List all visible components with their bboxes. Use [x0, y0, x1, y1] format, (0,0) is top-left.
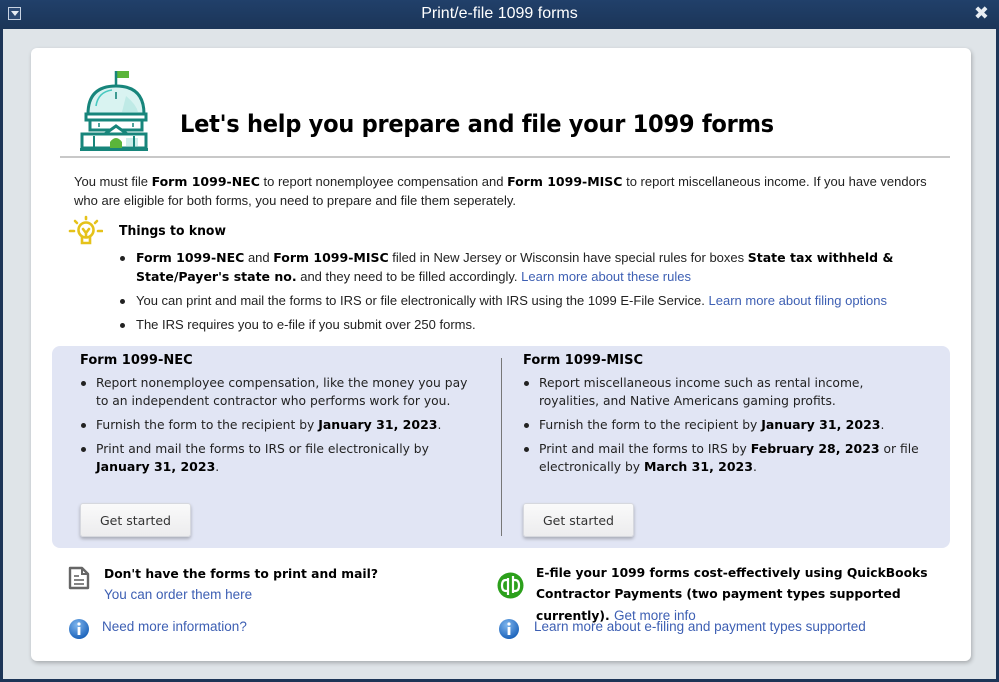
intro-text: You must file Form 1099-NEC to report no… — [74, 172, 934, 210]
bold-text: Form 1099-MISC — [273, 250, 389, 265]
text: The IRS requires you to e-file if you su… — [136, 317, 476, 332]
text: Furnish the form to the recipient by — [539, 418, 762, 432]
text: . — [215, 460, 220, 474]
list-item: Print and mail the forms to IRS or file … — [80, 440, 480, 476]
text: and they need to be filled accordingly. — [296, 269, 522, 284]
text: . — [437, 418, 442, 432]
text: . — [752, 460, 757, 474]
list-item: The IRS requires you to e-file if you su… — [118, 315, 938, 334]
things-to-know-title: Things to know — [119, 223, 226, 239]
header-divider — [60, 156, 950, 158]
list-item: You can print and mail the forms to IRS … — [118, 291, 938, 310]
text: You can print and mail the forms to IRS … — [136, 293, 709, 308]
list-item: Furnish the form to the recipient by Jan… — [523, 416, 923, 434]
efile-promo-copy: E-file your 1099 forms cost-effectively … — [536, 566, 928, 623]
efile-promo-text: E-file your 1099 forms cost-effectively … — [536, 563, 946, 627]
capitol-building-icon — [80, 71, 148, 151]
learn-more-rules-link[interactable]: Learn more about these rules — [521, 269, 691, 284]
intro-bold-misc: Form 1099-MISC — [507, 174, 623, 189]
list-item: Report nonemployee compensation, like th… — [80, 374, 480, 410]
text: Print and mail the forms to IRS by — [539, 442, 751, 456]
misc-get-started-button[interactable]: Get started — [523, 503, 634, 537]
column-divider — [501, 358, 502, 536]
deadline-date: January 31, 2023 — [761, 417, 881, 432]
deadline-date: February 28, 2023 — [750, 441, 880, 456]
text: . — [880, 418, 885, 432]
list-item: Furnish the form to the recipient by Jan… — [80, 416, 480, 434]
info-icon — [499, 619, 519, 639]
bold-text: Form 1099-NEC — [136, 250, 245, 265]
things-to-know-list: Form 1099-NEC and Form 1099-MISC filed i… — [118, 248, 938, 339]
text: filed in New Jersey or Wisconsin have sp… — [388, 250, 748, 265]
learn-more-filing-options-link[interactable]: Learn more about filing options — [709, 293, 888, 308]
forms-question: Don't have the forms to print and mail? — [104, 567, 378, 581]
learn-more-efiling-link[interactable]: Learn more about e-filing and payment ty… — [534, 619, 866, 634]
form-1099-nec-section: Form 1099-NEC Report nonemployee compens… — [80, 353, 480, 482]
form-1099-misc-title: Form 1099-MISC — [523, 353, 644, 368]
form-1099-misc-list: Report miscellaneous income such as rent… — [523, 374, 923, 476]
info-icon — [69, 619, 89, 639]
intro-bold-nec: Form 1099-NEC — [151, 174, 260, 189]
form-1099-nec-list: Report nonemployee compensation, like th… — [80, 374, 480, 476]
text: Furnish the form to the recipient by — [96, 418, 319, 432]
deadline-date: March 31, 2023 — [643, 459, 753, 474]
list-item: Report miscellaneous income such as rent… — [523, 374, 923, 410]
close-icon[interactable]: ✖ — [974, 3, 989, 24]
deadline-date: January 31, 2023 — [96, 459, 216, 474]
text: Print and mail the forms to IRS or file … — [96, 442, 429, 456]
quickbooks-logo-icon — [497, 572, 524, 599]
text: Report nonemployee compensation, like th… — [96, 376, 468, 408]
form-1099-nec-title: Form 1099-NEC — [80, 353, 193, 368]
title-bar: Print/e-file 1099 forms ✖ — [0, 0, 999, 29]
text: Report miscellaneous income such as rent… — [539, 376, 864, 408]
deadline-date: January 31, 2023 — [318, 417, 438, 432]
list-item: Form 1099-NEC and Form 1099-MISC filed i… — [118, 248, 938, 286]
window-title: Print/e-file 1099 forms — [421, 5, 578, 22]
intro-text-part: You must file — [74, 174, 152, 189]
list-item: Print and mail the forms to IRS by Febru… — [523, 440, 923, 476]
nec-get-started-button[interactable]: Get started — [80, 503, 191, 537]
order-forms-link[interactable]: You can order them here — [104, 587, 252, 602]
page-title: Let's help you prepare and file your 109… — [180, 110, 774, 138]
form-1099-misc-section: Form 1099-MISC Report miscellaneous inco… — [523, 353, 923, 482]
lightbulb-icon — [68, 215, 103, 245]
intro-text-part: to report nonemployee compensation and — [259, 174, 508, 189]
document-icon — [68, 566, 90, 590]
text: and — [244, 250, 274, 265]
need-more-info-link[interactable]: Need more information? — [102, 619, 247, 634]
